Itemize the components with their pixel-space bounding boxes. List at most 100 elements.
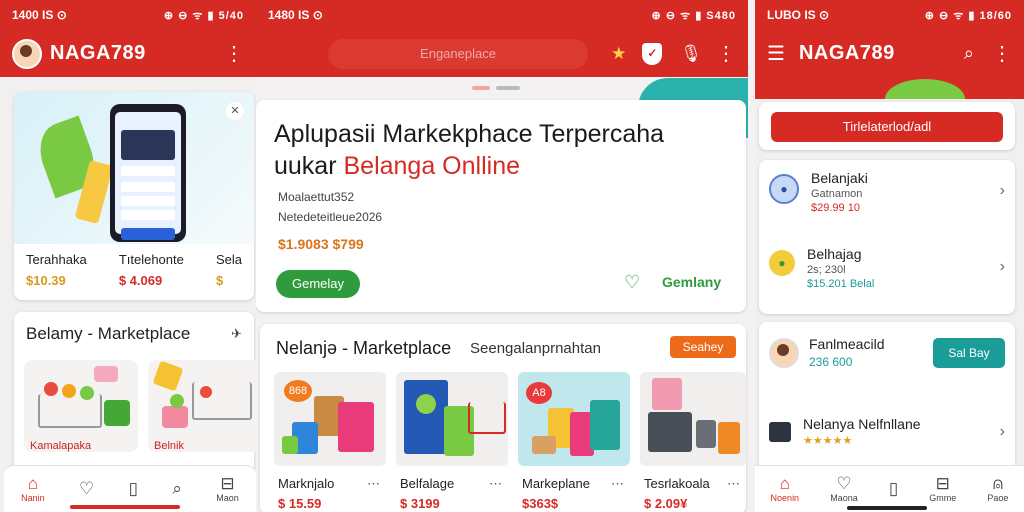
search-placeholder: Enganeplace — [420, 46, 496, 61]
section-action-button[interactable]: Seahey — [670, 336, 736, 358]
phone-promo-card[interactable]: ✕ Terahhaka $10.39 Tıtelehonte $ 4.069 S… — [14, 92, 254, 300]
status-bar: 1480 IS ⊙ ⊕ ⊖ ᯤ ▮ S480 — [256, 0, 748, 30]
nav-label: Nanin — [21, 493, 45, 503]
more-icon[interactable]: ⋯ — [727, 476, 740, 492]
mini-product-price: $ — [215, 273, 224, 288]
nav-search[interactable]: ⌕ — [172, 480, 182, 498]
status-icons: ⊕ ⊖ ᯤ ▮ 18/60 — [924, 9, 1012, 22]
chevron-right-icon: › — [999, 422, 1005, 440]
product-name: Marknjalo — [278, 476, 335, 491]
item-name: Nelanya Nelfnllane — [803, 416, 921, 432]
list-item[interactable]: ● Belhajag 2s; 230l $15.201 Belal › — [769, 246, 1005, 290]
hero-card[interactable]: Aplupasii Markekphace Terpercaha uukar B… — [256, 100, 746, 312]
seller-row[interactable]: Fanlmeacild 236 600 Sal Bay — [769, 336, 1005, 369]
more-icon[interactable]: ⋮ — [992, 41, 1012, 66]
nav-favorites[interactable]: ♡ Maona — [830, 474, 858, 504]
app-icon: ● — [769, 250, 795, 276]
home-indicator — [70, 505, 180, 509]
product-thumb[interactable]: Kamalapaka — [24, 360, 138, 452]
app-title: NAGA789 — [50, 42, 146, 64]
book-icon: ▯ — [888, 479, 899, 498]
more-icon[interactable]: ⋮ — [716, 41, 736, 66]
more-icon[interactable]: ⋮ — [224, 44, 244, 64]
home-icon: ⌂ — [779, 474, 790, 493]
inbox-icon: ⊟ — [220, 474, 235, 493]
heart-icon: ♡ — [79, 479, 95, 498]
more-icon[interactable]: ⋯ — [367, 476, 380, 492]
product-badge: 868 — [284, 380, 312, 402]
app-bar: Enganeplace ★ ✓ 🎙 ⋮ — [256, 30, 748, 77]
product-card[interactable]: Belfalage ⋯ $ 3199 — [396, 372, 508, 512]
app-bar: NAGA789 ⋮ — [0, 30, 256, 77]
seller-count: 236 600 — [809, 355, 853, 369]
heart-icon: ♡ — [836, 474, 852, 493]
right-screen: LUBO IS ⊙ ⊕ ⊖ ᯤ ▮ 18/60 ☰ NAGA789 ⌕ ⋮ Ti… — [755, 0, 1024, 512]
nav-catalog[interactable]: ▯ — [129, 480, 138, 498]
list-price: $29.99 10 — [811, 202, 860, 214]
mini-product-name: Sela — [215, 252, 242, 267]
search-icon[interactable]: ⌕ — [964, 43, 974, 64]
mic-icon[interactable]: 🎙 — [680, 44, 702, 64]
mini-product[interactable]: Terahhaka $10.39 — [26, 252, 87, 288]
cta-button[interactable]: Tirlelaterlod/adl — [771, 112, 1003, 142]
nav-home[interactable]: ⌂ Nanin — [21, 474, 45, 504]
product-price: $ 2.09¥ — [644, 496, 688, 511]
mini-product[interactable]: Sela $ — [216, 252, 242, 288]
buy-button[interactable]: Sal Bay — [933, 337, 1005, 368]
cta-card: Tirlelaterlod/adl — [759, 102, 1015, 150]
chevron-right-icon: › — [999, 182, 1005, 199]
shield-icon[interactable]: ✓ — [642, 42, 663, 65]
search-input[interactable]: Enganeplace — [328, 38, 588, 69]
product-name: Markeplane — [522, 476, 590, 491]
home-icon: ⌂ — [27, 474, 39, 493]
list-title: Belanjaki — [811, 170, 868, 186]
nav-favorites[interactable]: ♡ — [79, 480, 94, 498]
more-icon[interactable]: ⋯ — [489, 476, 502, 492]
avatar[interactable] — [12, 38, 42, 69]
plane-icon[interactable]: ✈ — [231, 326, 242, 342]
section-title: Nelanjə - Marketplace — [276, 338, 452, 358]
inbox-icon: ⊟ — [935, 474, 950, 493]
product-card[interactable]: 868 Marknjalo ⋯ $ 15.59 — [274, 372, 386, 512]
section-title: Belamy - Marketplace — [26, 324, 191, 343]
more-icon[interactable]: ⋯ — [611, 476, 624, 492]
promo-image — [14, 92, 254, 244]
seller-name: Fanlmeacild — [809, 336, 885, 352]
app-title: NAGA789 — [798, 42, 895, 64]
nav-label: Paoe — [987, 493, 1009, 503]
product-thumb[interactable]: Belnik — [148, 360, 256, 452]
mini-product[interactable]: Tıtelehonte $ 4.069 — [119, 252, 184, 288]
mini-product-price: $ 4.069 — [118, 273, 163, 288]
middle-screen: 1480 IS ⊙ ⊕ ⊖ ᯤ ▮ S480 Enganeplace ★ ✓ 🎙… — [256, 0, 748, 512]
nav-inbox[interactable]: ⊟ Maon — [216, 474, 239, 504]
product-name: Belfalage — [400, 476, 455, 491]
star-icon[interactable]: ★ — [611, 44, 626, 64]
nav-home[interactable]: ⌂ Noenin — [771, 474, 800, 504]
nav-catalog[interactable]: ▯ — [889, 480, 898, 498]
nav-label: Gmme — [929, 493, 957, 503]
product-card[interactable]: A8 Markeplane ⋯ $363$ — [518, 372, 630, 512]
status-bar: 1400 IS ⊙ ⊕ ⊖ ᯤ ▮ 5/40 — [0, 0, 256, 30]
list-item[interactable]: Nelanya Nelfnllane ★★★★★ › — [769, 416, 1005, 447]
hero-price: $1.9083 $799 — [278, 236, 364, 252]
menu-icon[interactable]: ☰ — [767, 41, 785, 66]
secondary-link[interactable]: Gemlany — [662, 274, 721, 290]
chevron-right-icon: › — [999, 258, 1005, 275]
nav-label: Maon — [216, 493, 239, 503]
close-icon[interactable]: ✕ — [226, 102, 244, 120]
primary-button[interactable]: Gemelay — [276, 270, 360, 298]
avatar — [769, 337, 799, 368]
list-item[interactable]: ● Belanjaki Gatnamon $29.99 10 › — [769, 170, 1005, 214]
product-price: $ 15.59 — [278, 496, 322, 511]
hero-title-line1: Aplupasii Markekphace Terpercaha — [274, 120, 665, 148]
product-card[interactable]: Tesrlakoala ⋯ $ 2.09¥ — [640, 372, 746, 512]
seller-card: Fanlmeacild 236 600 Sal Bay Nelanya Nelf… — [759, 322, 1015, 472]
mini-product-name: Terahhaka — [26, 252, 87, 267]
list-sub: 2s; 230l — [807, 264, 846, 276]
product-section: Nelanjə - Marketplace Seengalanprnahtan … — [260, 324, 746, 512]
status-time: 1400 IS ⊙ — [12, 8, 67, 22]
mini-product-price: $10.39 — [26, 273, 66, 288]
heart-icon[interactable]: ♡ — [624, 272, 640, 293]
nav-profile[interactable]: ⍝ Paoe — [987, 475, 1009, 504]
nav-inbox[interactable]: ⊟ Gmme — [929, 474, 957, 504]
